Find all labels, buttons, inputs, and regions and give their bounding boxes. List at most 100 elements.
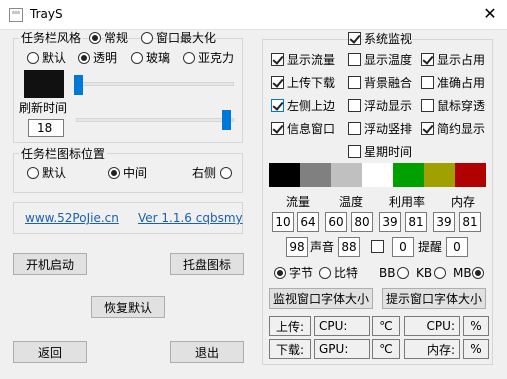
sound-field-2[interactable]: 88: [338, 237, 360, 257]
checkbox-float-display[interactable]: [348, 99, 361, 112]
title-bar: [0, 0, 507, 30]
back-button[interactable]: 返回: [13, 341, 87, 363]
gpu-temp-label: GPU:: [314, 339, 370, 359]
checkbox-monitor[interactable]: [348, 32, 361, 45]
autostart-button[interactable]: 开机启动: [13, 253, 87, 275]
checkbox-mouse-through[interactable]: [421, 99, 434, 112]
checkbox-show-temp[interactable]: [348, 53, 361, 66]
label-pos-center: 中间: [123, 166, 148, 180]
checkbox-show-usage[interactable]: [421, 53, 434, 66]
label-bit: 比特: [334, 266, 359, 280]
restore-default-button[interactable]: 恢复默认: [91, 296, 165, 318]
label-kb: KB: [416, 266, 433, 280]
label-show-traffic: 显示流量: [287, 53, 336, 67]
remind-label: 提醒: [418, 240, 443, 254]
radio-pos-default[interactable]: [27, 167, 39, 179]
label-mb: MB: [453, 266, 472, 280]
window-title: TrayS: [30, 7, 63, 21]
radio-acrylic[interactable]: [183, 52, 195, 64]
label-show-usage: 显示占用: [437, 53, 486, 67]
threshold-field[interactable]: 64: [297, 212, 319, 232]
version-link[interactable]: Ver 1.1.6 cqbsmy: [138, 211, 243, 225]
threshold-field[interactable]: 39: [379, 212, 401, 232]
label-byte: 字节: [289, 266, 314, 280]
exit-button[interactable]: 退出: [170, 341, 244, 363]
website-link[interactable]: www.52PoJie.cn: [25, 211, 119, 225]
radio-normal[interactable]: [89, 32, 101, 44]
label-float-vertical: 浮动竖排: [364, 122, 413, 136]
close-icon[interactable]: ✕: [478, 2, 502, 26]
checkbox-remind[interactable]: [371, 240, 384, 253]
checkbox-accurate-usage[interactable]: [421, 76, 434, 89]
label-monitor: 系统监视: [364, 32, 413, 46]
label-style-default: 默认: [42, 51, 67, 65]
monitor-font-button[interactable]: 监视窗口字体大小: [269, 288, 373, 309]
download-label: 下载:: [269, 339, 311, 359]
threshold-field[interactable]: 60: [325, 212, 347, 232]
checkbox-info-window[interactable]: [271, 122, 284, 135]
checkbox-simple-display[interactable]: [421, 122, 434, 135]
label-normal: 常规: [104, 31, 129, 45]
checkbox-upload-download[interactable]: [271, 76, 284, 89]
tray-icon-button[interactable]: 托盘图标: [170, 253, 244, 275]
cpu-temp-label: CPU:: [314, 316, 370, 336]
label-weekday-time: 星期时间: [364, 145, 413, 159]
threshold-field[interactable]: 81: [459, 212, 481, 232]
threshold-field[interactable]: 81: [405, 212, 427, 232]
refresh-slider-thumb[interactable]: [222, 110, 231, 130]
percent-label-2: %: [463, 339, 489, 359]
label-info-window: 信息窗口: [287, 122, 336, 136]
color-swatch[interactable]: [424, 163, 455, 187]
celsius-label-2: ℃: [372, 339, 400, 359]
celsius-label: ℃: [372, 316, 400, 336]
col-memory-label: 内存: [451, 195, 476, 209]
label-accurate-usage: 准确占用: [437, 76, 486, 90]
checkbox-weekday-time[interactable]: [348, 145, 361, 158]
label-left-top: 左侧上边: [287, 99, 336, 113]
radio-bb[interactable]: [397, 267, 409, 279]
sound-field[interactable]: 98: [286, 237, 308, 257]
refresh-value-field[interactable]: 18: [28, 119, 64, 137]
tip-font-button[interactable]: 提示窗口字体大小: [382, 288, 486, 309]
remind-field-2[interactable]: 0: [446, 237, 468, 257]
radio-maximized[interactable]: [141, 32, 153, 44]
app-icon: [9, 8, 23, 22]
radio-pos-right[interactable]: [220, 167, 232, 179]
color-swatch[interactable]: [455, 163, 486, 187]
taskbar-color-preview[interactable]: [24, 70, 64, 98]
color-swatch[interactable]: [269, 163, 300, 187]
label-glass: 玻璃: [146, 51, 171, 65]
label-pos-default: 默认: [42, 166, 67, 180]
refresh-slider-track[interactable]: [76, 118, 234, 122]
sound-label: 声音: [310, 240, 335, 254]
label-pos-right: 右侧: [192, 166, 217, 180]
radio-bit[interactable]: [319, 267, 331, 279]
refresh-label: 刷新时间: [19, 101, 68, 115]
radio-byte[interactable]: [274, 267, 286, 279]
radio-transparent[interactable]: [78, 52, 90, 64]
radio-style-default[interactable]: [27, 52, 39, 64]
radio-pos-center[interactable]: [108, 167, 120, 179]
remind-field[interactable]: 0: [392, 237, 414, 257]
cpu-usage-label: CPU:: [404, 316, 460, 336]
threshold-field[interactable]: 39: [433, 212, 455, 232]
checkbox-show-traffic[interactable]: [271, 53, 284, 66]
color-swatch[interactable]: [393, 163, 424, 187]
color-swatch[interactable]: [362, 163, 393, 187]
taskbar-style-title: 任务栏风格: [19, 31, 84, 45]
radio-mb[interactable]: [472, 267, 484, 279]
threshold-field[interactable]: 80: [351, 212, 373, 232]
radio-glass[interactable]: [131, 52, 143, 64]
threshold-field[interactable]: 10: [272, 212, 294, 232]
opacity-slider-track[interactable]: [76, 82, 234, 86]
checkbox-left-top[interactable]: [271, 99, 284, 112]
color-swatch[interactable]: [331, 163, 362, 187]
checkbox-bg-blend[interactable]: [348, 76, 361, 89]
label-mouse-through: 鼠标穿透: [437, 99, 486, 113]
radio-kb[interactable]: [434, 267, 446, 279]
label-show-temp: 显示温度: [364, 53, 413, 67]
checkbox-float-vertical[interactable]: [348, 122, 361, 135]
color-swatch[interactable]: [300, 163, 331, 187]
opacity-slider-thumb[interactable]: [74, 75, 83, 95]
label-float-display: 浮动显示: [364, 99, 413, 113]
